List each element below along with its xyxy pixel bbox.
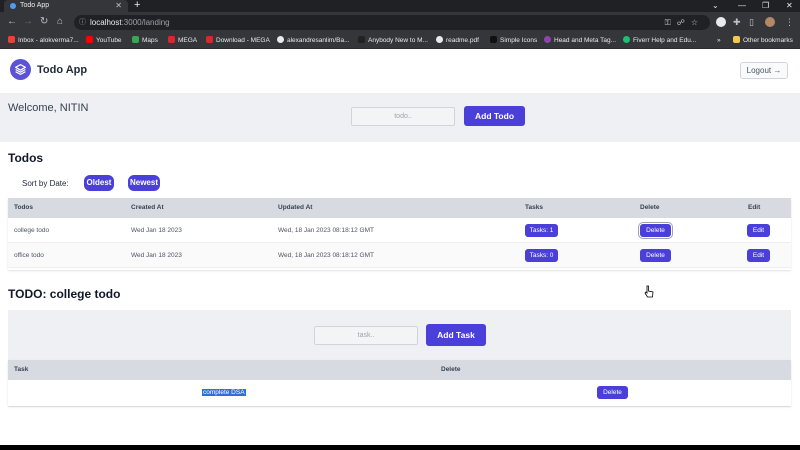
tab-title: Todo App <box>20 2 50 9</box>
mega-icon <box>206 36 213 43</box>
tasks-count-button[interactable]: Tasks: 1 <box>525 224 558 237</box>
logout-button[interactable]: Logout → <box>740 62 788 79</box>
tab-search-icon[interactable]: ⌄ <box>712 0 719 12</box>
task-name: complete DSA <box>202 380 246 405</box>
column-header: Edit <box>748 204 761 211</box>
column-header: Delete <box>640 204 660 211</box>
tasks-table: Task Delete complete DSA Delete <box>8 360 791 406</box>
bookmark-item[interactable]: MEGA <box>168 33 197 49</box>
table-row[interactable]: office todo Wed Jan 18 2023 Wed, 18 Jan … <box>8 243 791 268</box>
todo-detail-heading: TODO: college todo <box>8 287 121 301</box>
todo-input[interactable]: todo.. <box>351 107 455 126</box>
todos-table: Todos Created At Updated At Tasks Delete… <box>8 198 791 270</box>
selected-text: complete DSA <box>202 389 246 396</box>
column-header: Delete <box>441 366 461 373</box>
column-header: Todos <box>14 204 34 211</box>
todo-updated: Wed, 18 Jan 2023 08:18:12 GMT <box>278 227 374 234</box>
more-bookmarks-icon[interactable]: » <box>717 33 721 49</box>
sort-oldest-button[interactable]: Oldest <box>84 175 114 191</box>
task-input[interactable]: task.. <box>314 326 418 345</box>
bookmark-item[interactable]: Head and Meta Tag... <box>544 33 616 49</box>
delete-todo-button[interactable]: Delete <box>640 224 671 237</box>
site-icon <box>544 36 551 43</box>
new-tab-icon[interactable]: + <box>134 0 140 11</box>
bookmark-item[interactable]: readme.pdf <box>436 33 479 49</box>
maximize-icon[interactable]: ❐ <box>762 0 769 12</box>
bookmark-item[interactable]: Maps <box>132 33 158 49</box>
todo-updated: Wed, 18 Jan 2023 08:18:12 GMT <box>278 252 374 259</box>
browser-tab[interactable]: Todo App ✕ <box>4 0 128 12</box>
add-todo-button[interactable]: Add Todo <box>464 106 525 126</box>
hand-cursor-icon <box>644 285 654 298</box>
page-viewport: Todo App Logout → Welcome, NITIN todo.. … <box>0 49 800 445</box>
home-icon[interactable]: ⌂ <box>57 16 63 28</box>
globe-icon <box>436 36 443 43</box>
new-todo-section: Welcome, NITIN todo.. Add Todo <box>0 93 800 142</box>
column-header: Task <box>14 366 29 373</box>
maps-icon <box>132 36 139 43</box>
bookmark-item[interactable]: Anybody New to M... <box>358 33 428 49</box>
mega-icon <box>168 36 175 43</box>
back-icon[interactable]: ← <box>7 16 17 28</box>
sidepanel-icon[interactable]: ▯ <box>749 16 754 28</box>
table-header: Todos Created At Updated At Tasks Delete… <box>8 198 791 218</box>
bookmark-item[interactable]: Simple Icons <box>490 33 537 49</box>
todo-created: Wed Jan 18 2023 <box>131 227 182 234</box>
forward-icon[interactable]: → <box>23 16 33 28</box>
add-task-button[interactable]: Add Task <box>426 324 486 346</box>
delete-task-button[interactable]: Delete <box>597 386 628 399</box>
table-header: Task Delete <box>8 360 791 380</box>
close-window-icon[interactable]: ✕ <box>786 0 793 12</box>
folder-icon <box>733 36 740 43</box>
omnibox-actions[interactable]: ⚿☍☆ <box>665 15 704 30</box>
browser-toolbar: ← → ↻ ⌂ ⓘ localhost:3000/landing ⚿☍☆ ✚ ▯… <box>0 12 800 33</box>
todo-created: Wed Jan 18 2023 <box>131 252 182 259</box>
tab-favicon-icon <box>10 3 16 9</box>
url-path: :3000/landing <box>121 18 170 27</box>
edit-todo-button[interactable]: Edit <box>747 224 770 237</box>
minimize-icon[interactable]: — <box>738 0 746 12</box>
welcome-text: Welcome, NITIN <box>8 102 89 114</box>
browser-menu-icon[interactable]: ⋮ <box>785 16 794 28</box>
column-header: Updated At <box>278 204 313 211</box>
reload-icon[interactable]: ↻ <box>40 16 48 28</box>
bookmark-item[interactable]: alexandresanlim/Ba... <box>277 33 350 49</box>
address-bar[interactable]: ⓘ localhost:3000/landing ⚿☍☆ <box>74 15 710 30</box>
profile-avatar[interactable] <box>765 17 775 27</box>
other-bookmarks[interactable]: Other bookmarks <box>733 33 793 49</box>
tasks-count-button[interactable]: Tasks: 0 <box>525 249 558 262</box>
bookmark-item[interactable]: Fiverr Help and Edu... <box>623 33 696 49</box>
app-header: Todo App Logout → <box>0 49 800 93</box>
bookmark-item[interactable]: Download - MEGA <box>206 33 270 49</box>
todo-name: office todo <box>14 252 44 259</box>
sort-newest-button[interactable]: Newest <box>128 175 160 191</box>
bookmarks-bar: Inbox - alokverma7... YouTube Maps MEGA … <box>0 33 800 49</box>
browser-tab-strip: Todo App ✕ + ⌄ — ❐ ✕ <box>0 0 800 12</box>
sort-label: Sort by Date: <box>22 179 69 188</box>
layers-logo-icon <box>10 59 31 80</box>
table-row[interactable]: complete DSA Delete <box>8 380 791 406</box>
fiverr-icon <box>623 36 630 43</box>
table-row[interactable]: college todo Wed Jan 18 2023 Wed, 18 Jan… <box>8 218 791 243</box>
extension-icon[interactable] <box>716 17 726 27</box>
edit-todo-button[interactable]: Edit <box>747 249 770 262</box>
gmail-icon <box>8 36 15 43</box>
todos-heading: Todos <box>8 151 44 165</box>
bottom-edge <box>0 445 800 450</box>
url-host: localhost <box>90 18 122 27</box>
github-icon <box>277 36 284 43</box>
bookmark-item[interactable]: Inbox - alokverma7... <box>8 33 79 49</box>
todo-name: college todo <box>14 227 50 234</box>
site-icon <box>358 36 365 43</box>
tab-close-icon[interactable]: ✕ <box>115 0 122 12</box>
youtube-icon <box>86 36 93 43</box>
info-icon[interactable]: ⓘ <box>79 15 86 30</box>
extensions-puzzle-icon[interactable]: ✚ <box>733 16 741 28</box>
column-header: Created At <box>131 204 164 211</box>
delete-todo-button[interactable]: Delete <box>640 249 671 262</box>
bookmark-item[interactable]: YouTube <box>86 33 122 49</box>
app-title: Todo App <box>37 64 88 76</box>
column-header: Tasks <box>525 204 543 211</box>
simpleicons-icon <box>490 36 497 43</box>
